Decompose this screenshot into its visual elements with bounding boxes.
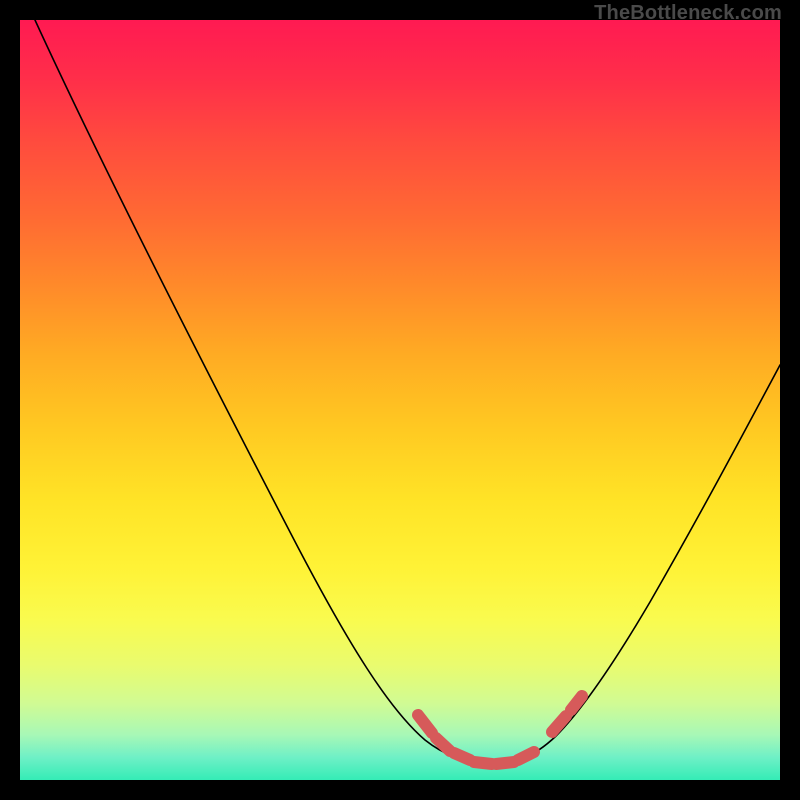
watermark-text: TheBottleneck.com: [594, 2, 782, 25]
highlight-dash: [436, 738, 450, 751]
highlight-dashes: [418, 696, 582, 764]
plot-area: [20, 20, 780, 780]
highlight-dash: [496, 762, 514, 764]
highlight-dash: [518, 752, 534, 760]
highlight-dash: [571, 696, 582, 710]
highlight-dash: [418, 715, 432, 733]
highlight-dash: [552, 716, 566, 732]
chart-frame: TheBottleneck.com: [0, 0, 800, 800]
highlight-dash: [474, 762, 492, 764]
bottleneck-curve: [35, 20, 780, 764]
curve-layer: [20, 20, 780, 780]
highlight-dash: [454, 753, 470, 760]
